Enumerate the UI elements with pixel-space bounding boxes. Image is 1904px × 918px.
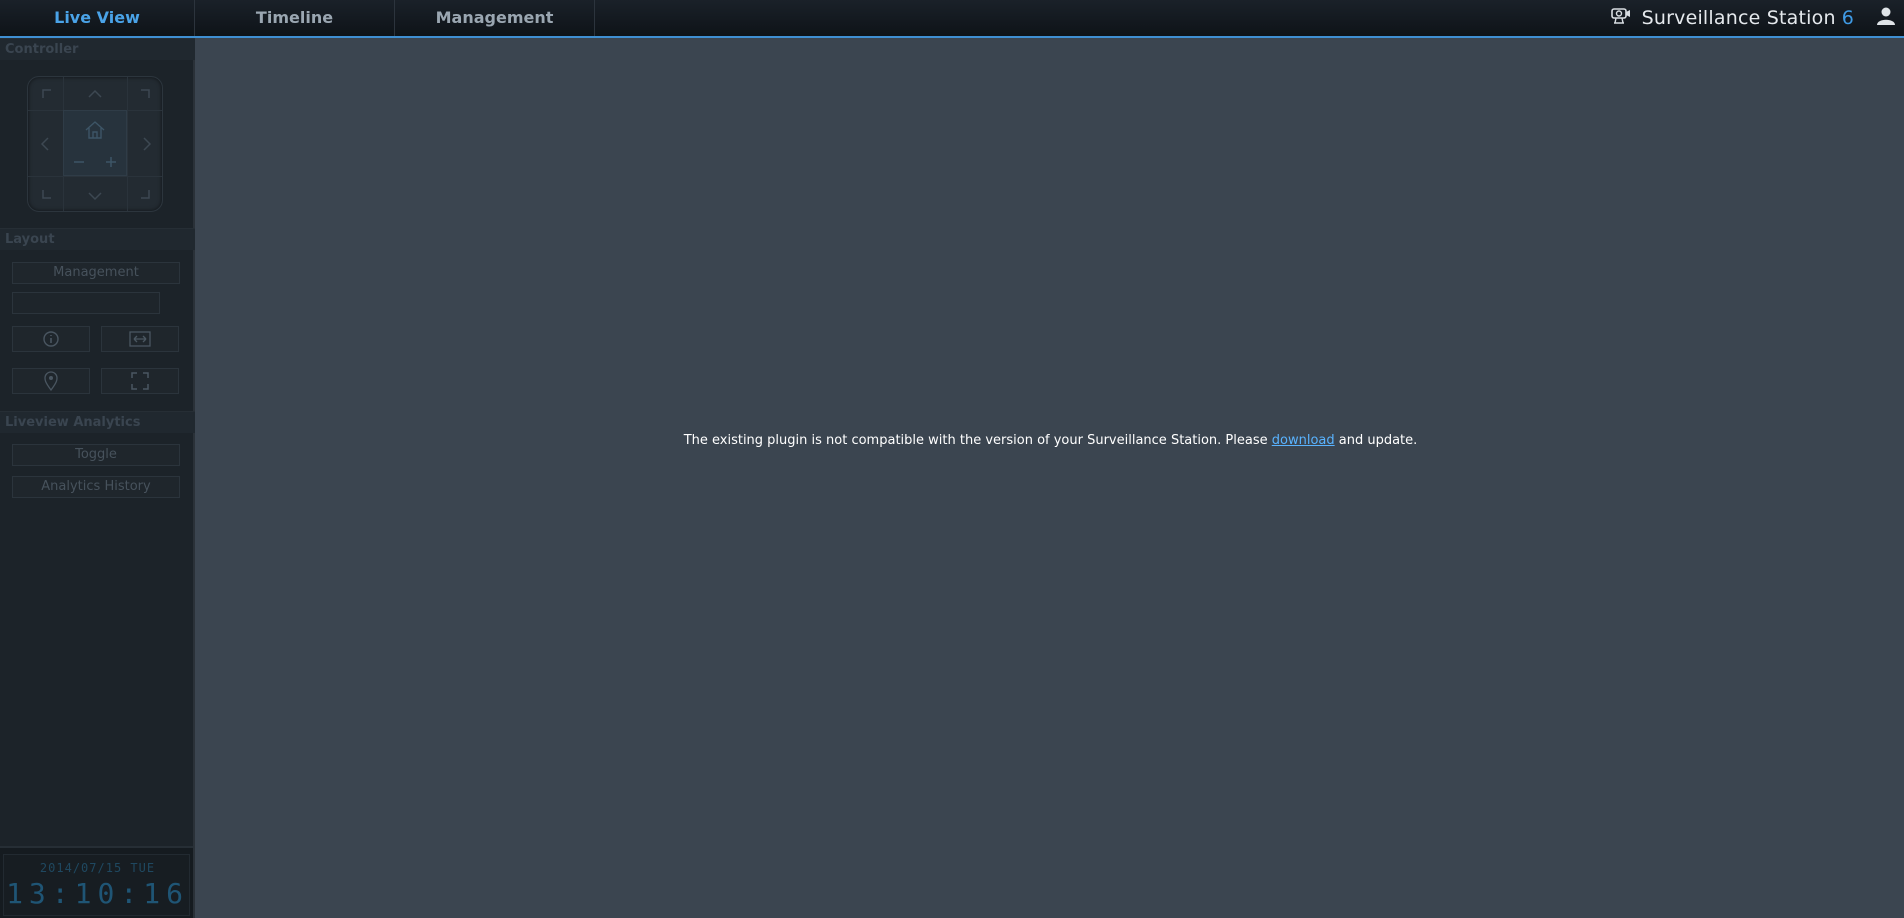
minus-icon — [74, 161, 84, 163]
camera-logo-icon — [1610, 6, 1632, 30]
corner-down-right-icon — [141, 190, 150, 199]
corner-down-left-icon — [42, 190, 51, 199]
analytics-toggle-button[interactable]: Toggle — [12, 444, 180, 466]
tab-live-view[interactable]: Live View — [0, 0, 195, 36]
message-text-before: The existing plugin is not compatible wi… — [683, 433, 1272, 448]
fit-width-icon — [129, 331, 151, 347]
user-menu-button[interactable] — [1868, 0, 1904, 36]
zoom-in-button[interactable] — [96, 147, 126, 177]
live-view-area: The existing plugin is not compatible wi… — [197, 38, 1904, 918]
download-link[interactable]: download — [1272, 433, 1335, 448]
ptz-down-left-button[interactable] — [32, 179, 62, 209]
layout-management-button[interactable]: Management — [12, 262, 180, 284]
tab-management[interactable]: Management — [395, 0, 595, 36]
chevron-right-icon — [143, 137, 152, 151]
corner-up-left-icon — [42, 89, 51, 98]
clock-panel: 2014/07/15 TUE 13:10:16 — [0, 846, 193, 918]
corner-up-right-icon — [141, 89, 150, 98]
fullscreen-button[interactable] — [101, 368, 179, 394]
ptz-up-right-button[interactable] — [130, 79, 160, 109]
info-button[interactable] — [12, 326, 90, 352]
home-icon — [85, 121, 105, 139]
ptz-right-button[interactable] — [132, 129, 162, 159]
location-pin-icon — [44, 371, 58, 391]
plus-icon — [106, 157, 116, 167]
chevron-down-icon — [88, 192, 102, 201]
ptz-up-button[interactable] — [80, 79, 110, 109]
message-text-after: and update. — [1334, 433, 1418, 448]
ptz-up-left-button[interactable] — [32, 79, 62, 109]
sidebar: Controller Layout Management Liveview An… — [0, 38, 195, 918]
ptz-controller — [27, 76, 163, 212]
zoom-out-button[interactable] — [64, 147, 94, 177]
top-nav-bar: Live View Timeline Management Surveillan… — [0, 0, 1904, 38]
user-icon — [1876, 6, 1896, 30]
controller-title: Controller — [5, 42, 79, 57]
layout-title: Layout — [5, 232, 55, 247]
layout-select[interactable] — [12, 292, 160, 314]
ptz-home-button[interactable] — [80, 115, 110, 145]
analytics-title: Liveview Analytics — [5, 415, 141, 430]
app-brand: Surveillance Station 6 — [1610, 0, 1854, 36]
app-version: 6 — [1841, 7, 1854, 29]
info-icon — [43, 331, 59, 347]
ptz-left-button[interactable] — [30, 129, 60, 159]
ptz-down-right-button[interactable] — [130, 179, 160, 209]
analytics-history-button[interactable]: Analytics History — [12, 476, 180, 498]
tab-timeline[interactable]: Timeline — [195, 0, 395, 36]
fullscreen-icon — [131, 372, 149, 390]
chevron-up-icon — [88, 89, 102, 98]
plugin-incompatible-message: The existing plugin is not compatible wi… — [197, 433, 1904, 448]
location-button[interactable] — [12, 368, 90, 394]
clock-date: 2014/07/15 TUE — [39, 861, 156, 875]
ptz-down-button[interactable] — [80, 181, 110, 211]
fit-width-button[interactable] — [101, 326, 179, 352]
chevron-left-icon — [40, 137, 49, 151]
clock-time: 13:10:16 — [6, 877, 189, 910]
app-title: Surveillance Station 6 — [1641, 7, 1854, 29]
